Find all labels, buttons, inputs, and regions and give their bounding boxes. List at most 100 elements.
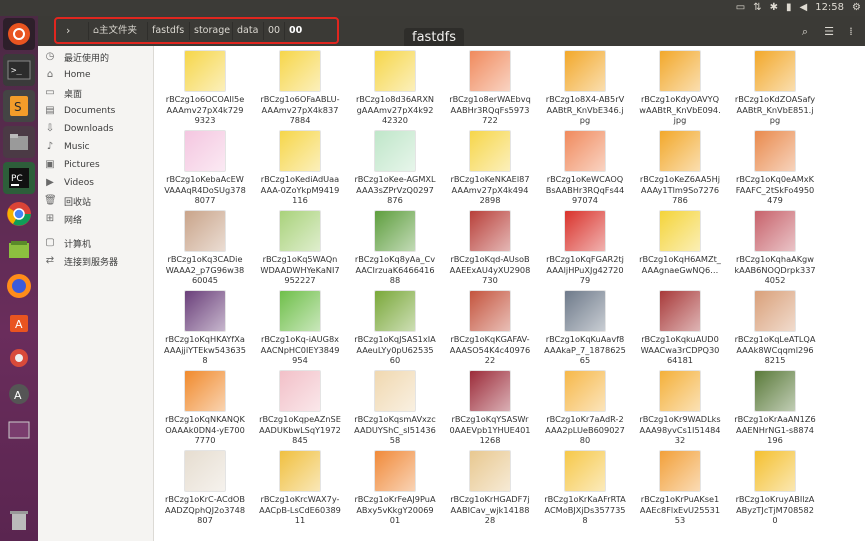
- image-thumbnail[interactable]: [659, 130, 701, 172]
- file-name: rBCzg1oKdyOAVYQwAABtR_KnVbE094.jpg: [639, 94, 721, 125]
- firefox-icon[interactable]: [3, 270, 35, 302]
- image-thumbnail[interactable]: [279, 450, 321, 492]
- breadcrumb-fastdfs[interactable]: fastdfs: [147, 22, 188, 40]
- settings-gear-icon[interactable]: ⚙: [852, 1, 861, 15]
- image-thumbnail[interactable]: [279, 290, 321, 332]
- image-thumbnail[interactable]: [469, 50, 511, 92]
- image-thumbnail[interactable]: [659, 450, 701, 492]
- sidebar-item-label: 最近使用的: [64, 53, 110, 64]
- image-thumbnail[interactable]: [469, 210, 511, 252]
- breadcrumb-home[interactable]: ⌂主文件夹: [88, 22, 141, 40]
- sidebar-item-4[interactable]: ⇩ Downloads: [44, 121, 114, 137]
- sidebar-item-9[interactable]: ⊞ 网络: [44, 211, 82, 227]
- bluetooth-icon[interactable]: ✱: [770, 1, 778, 15]
- sidebar-item-label: Videos: [64, 178, 94, 188]
- image-thumbnail[interactable]: [754, 130, 796, 172]
- window-header: › ⌂主文件夹 fastdfs storage data 00 00 fastd…: [38, 16, 865, 48]
- keyboard-icon[interactable]: ▭: [736, 1, 745, 15]
- sidebar-item-11[interactable]: ⇄ 连接到服务器: [44, 253, 118, 269]
- image-thumbnail[interactable]: [374, 210, 416, 252]
- download-icon: ⇩: [45, 123, 55, 134]
- image-thumbnail[interactable]: [374, 130, 416, 172]
- system-settings-icon[interactable]: [3, 342, 35, 374]
- home-icon: ⌂: [46, 69, 54, 80]
- image-thumbnail[interactable]: [374, 370, 416, 412]
- svg-text:A: A: [15, 318, 23, 331]
- search-icon[interactable]: ⌕: [797, 24, 813, 40]
- files-icon[interactable]: [3, 126, 35, 158]
- image-thumbnail[interactable]: [564, 50, 606, 92]
- image-thumbnail[interactable]: [754, 290, 796, 332]
- workspace-switcher-icon[interactable]: [3, 414, 35, 446]
- image-thumbnail[interactable]: [469, 450, 511, 492]
- image-thumbnail[interactable]: [659, 370, 701, 412]
- sublime-text-icon[interactable]: S: [3, 90, 35, 122]
- sidebar-item-8[interactable]: 🗑 回收站: [44, 193, 91, 209]
- breadcrumb-data[interactable]: data: [232, 22, 262, 40]
- window-title: fastdfs: [404, 28, 465, 48]
- sidebar-item-label: Downloads: [64, 124, 114, 134]
- chrome-icon[interactable]: [3, 198, 35, 230]
- books-app-icon[interactable]: [3, 234, 35, 266]
- image-thumbnail[interactable]: [564, 370, 606, 412]
- image-thumbnail[interactable]: [374, 450, 416, 492]
- image-thumbnail[interactable]: [279, 370, 321, 412]
- sidebar-item-0[interactable]: ◷ 最近使用的: [44, 49, 109, 65]
- image-thumbnail[interactable]: [279, 50, 321, 92]
- image-thumbnail[interactable]: [754, 450, 796, 492]
- sidebar-item-label: 计算机: [64, 239, 92, 250]
- image-thumbnail[interactable]: [184, 50, 226, 92]
- image-thumbnail[interactable]: [564, 450, 606, 492]
- sidebar-item-label: Music: [64, 142, 90, 152]
- image-thumbnail[interactable]: [184, 370, 226, 412]
- sidebar-item-1[interactable]: ⌂ Home: [44, 67, 91, 83]
- trash-launcher-icon[interactable]: [3, 504, 35, 536]
- sidebar-item-label: 连接到服务器: [64, 257, 119, 268]
- sidebar-item-label: Documents: [64, 106, 116, 116]
- image-thumbnail[interactable]: [564, 210, 606, 252]
- breadcrumb-storage[interactable]: storage: [189, 22, 234, 40]
- list-view-icon[interactable]: ☰: [821, 24, 837, 40]
- image-thumbnail[interactable]: [184, 290, 226, 332]
- image-thumbnail[interactable]: [659, 50, 701, 92]
- volume-icon[interactable]: ◀: [800, 1, 808, 15]
- image-thumbnail[interactable]: [659, 210, 701, 252]
- image-thumbnail[interactable]: [374, 50, 416, 92]
- image-thumbnail[interactable]: [184, 210, 226, 252]
- svg-text:>_: >_: [11, 66, 22, 76]
- sidebar-item-7[interactable]: ▶ Videos: [44, 175, 94, 191]
- updater-icon[interactable]: A: [3, 378, 35, 410]
- file-name: rBCzg1oKq3CADieWAAA2_p7G96w3860045: [165, 254, 245, 285]
- image-thumbnail[interactable]: [564, 290, 606, 332]
- image-thumbnail[interactable]: [279, 130, 321, 172]
- chevron-right-icon[interactable]: ›: [62, 22, 74, 40]
- clock[interactable]: 12:58: [815, 1, 844, 15]
- image-thumbnail[interactable]: [754, 210, 796, 252]
- image-thumbnail[interactable]: [469, 290, 511, 332]
- dash-ubuntu-icon[interactable]: [3, 18, 35, 50]
- breadcrumb-00-current[interactable]: 00: [284, 22, 306, 40]
- image-thumbnail[interactable]: [754, 50, 796, 92]
- breadcrumb-00[interactable]: 00: [263, 22, 284, 40]
- image-thumbnail[interactable]: [184, 450, 226, 492]
- sidebar-item-5[interactable]: ♪ Music: [44, 139, 90, 155]
- sidebar-item-10[interactable]: ▢ 计算机: [44, 235, 91, 251]
- image-thumbnail[interactable]: [279, 210, 321, 252]
- image-thumbnail[interactable]: [754, 370, 796, 412]
- image-thumbnail[interactable]: [659, 290, 701, 332]
- image-thumbnail[interactable]: [469, 130, 511, 172]
- terminal-icon[interactable]: >_: [3, 54, 35, 86]
- image-thumbnail[interactable]: [374, 290, 416, 332]
- sidebar-item-6[interactable]: ▣ Pictures: [44, 157, 99, 173]
- grid-view-icon[interactable]: ⁞: [843, 24, 859, 40]
- battery-icon[interactable]: ▮: [786, 1, 792, 15]
- software-center-icon[interactable]: A: [3, 306, 35, 338]
- file-name: rBCzg1o8erWAEbvqAABHr3RQqFs5973722: [449, 94, 531, 125]
- sidebar-item-3[interactable]: ▤ Documents: [44, 103, 115, 119]
- network-status-icon[interactable]: ⇅: [753, 1, 761, 15]
- pycharm-icon[interactable]: PC: [3, 162, 35, 194]
- image-thumbnail[interactable]: [184, 130, 226, 172]
- sidebar-item-2[interactable]: ▭ 桌面: [44, 85, 82, 101]
- image-thumbnail[interactable]: [469, 370, 511, 412]
- image-thumbnail[interactable]: [564, 130, 606, 172]
